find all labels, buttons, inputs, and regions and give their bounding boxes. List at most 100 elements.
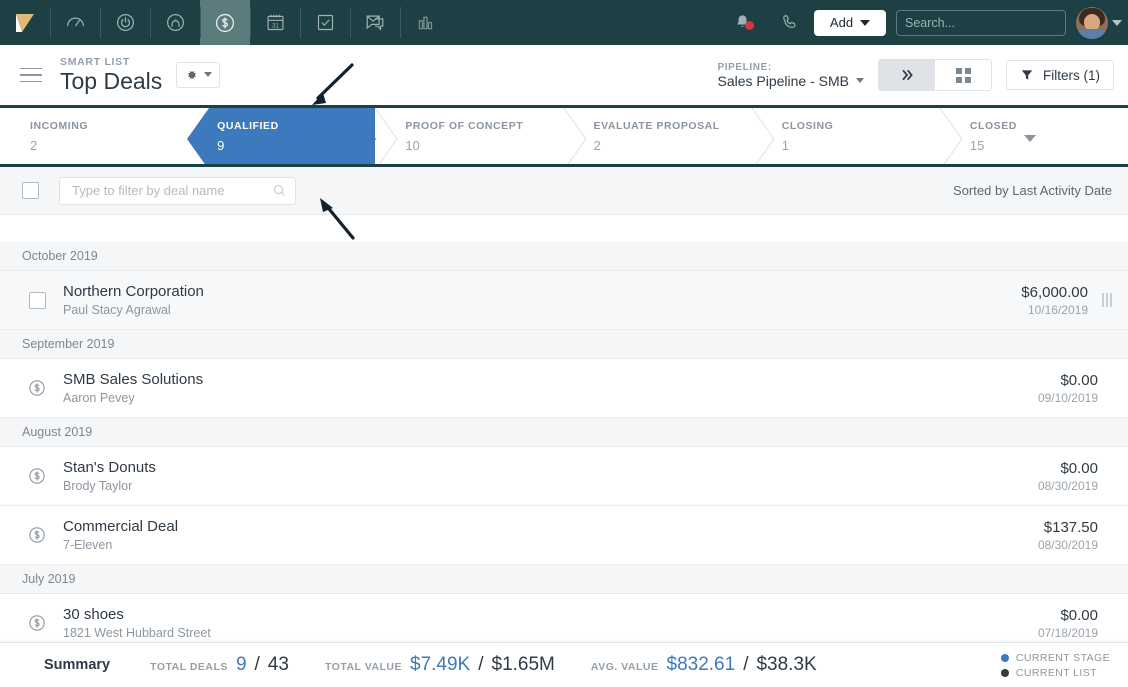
header-right-controls: PIPELINE: Sales Pipeline - SMB Filters (… [717,59,1114,91]
pipeline-label: PIPELINE: [717,61,772,73]
legend-label: CURRENT LIST [1015,666,1097,679]
deal-values: $0.00 07/18/2019 [1038,607,1098,640]
deal-name: Northern Corporation [63,283,204,300]
global-search-box[interactable] [896,9,1066,36]
deal-values: $137.50 08/30/2019 [1038,519,1098,552]
stage-notch [375,108,398,164]
summary-metric-primary: $832.61 [666,654,736,675]
bar-chart-icon[interactable] [400,0,450,45]
page-title: Top Deals [60,68,163,95]
deal-name-filter[interactable] [59,176,296,205]
logo-icon[interactable] [0,0,50,45]
sort-indicator[interactable]: Sorted by Last Activity Date [953,183,1112,198]
top-navigation-bar: 31 Add Search... [0,0,1128,45]
list-group-header: October 2019 [0,242,1128,271]
svg-text:31: 31 [272,22,279,29]
summary-metric-primary: 9 [235,654,247,675]
stage-count: 9 [217,137,225,153]
summary-metric-label: AVG. VALUE [590,661,659,673]
deal-list-item[interactable]: 30 shoes 1821 West Hubbard Street $0.00 … [0,594,1128,642]
list-settings-button[interactable] [176,61,221,88]
list-group-header: September 2019 [0,330,1128,359]
add-button-label: Add [829,15,854,30]
add-button[interactable]: Add [814,9,886,36]
deal-texts: SMB Sales Solutions Aaron Pevey [63,371,203,405]
stage-label: QUALIFIED [217,119,279,132]
stage-chevron [354,108,377,164]
summary-metric-total-value: TOTAL VALUE $7.49K / $1.65M [325,654,555,676]
deal-date: 08/30/2019 [1037,537,1098,552]
stage-closed[interactable]: CLOSED 15 [939,108,1128,164]
chevron-down-icon [856,78,864,83]
summary-title: Summary [44,657,111,673]
deal-list-item[interactable]: Commercial Deal 7-Eleven $137.50 08/30/2… [0,506,1128,565]
deal-type-icon-wrap [22,466,52,486]
menu-toggle-button[interactable] [20,67,42,83]
dollar-circle-icon[interactable] [200,0,250,45]
deal-amount: $137.50 [1043,518,1098,536]
select-all-checkbox[interactable] [22,182,39,199]
deal-amount: $0.00 [1060,606,1098,624]
stage-closing[interactable]: CLOSING 1 [751,108,940,164]
summary-metric-secondary: 43 [267,654,289,675]
deal-name: SMB Sales Solutions [63,371,204,388]
power-person-icon[interactable] [100,0,150,45]
calendar-31-icon[interactable]: 31 [250,0,300,45]
legend-dot-icon [1000,668,1009,677]
page-title-row: SMART LIST Top Deals [60,56,221,95]
deal-date: 09/10/2019 [1037,390,1098,405]
dollar-circle-icon [29,380,45,396]
row-select-checkbox-wrap[interactable] [22,291,52,309]
pipeline-selector[interactable]: PIPELINE: Sales Pipeline - SMB [717,62,864,89]
deal-subtitle: Aaron Pevey [63,391,135,405]
view-mode-list-button[interactable] [879,60,935,90]
summary-metric-total-deals: TOTAL DEALS 9 / 43 [150,654,289,676]
deal-subtitle: 1821 West Hubbard Street [63,626,211,640]
notification-badge-dot [745,21,754,30]
deal-type-icon-wrap [22,378,52,398]
chevron-down-icon [860,19,871,26]
deal-name: Stan's Donuts [63,459,156,476]
stage-count: 2 [30,137,38,153]
summary-metric-secondary: $1.65M [491,654,555,675]
list-group-header: August 2019 [0,418,1128,447]
phone-icon[interactable] [766,13,814,32]
deal-list-item[interactable]: Northern Corporation Paul Stacy Agrawal … [0,271,1128,330]
user-menu[interactable] [1076,6,1122,39]
pipeline-value-text: Sales Pipeline - SMB [717,72,849,89]
filters-button[interactable]: Filters (1) [1006,60,1114,90]
person-circle-icon[interactable] [150,0,200,45]
deal-list[interactable]: October 2019 Northern Corporation Paul S… [0,242,1128,642]
stage-evaluate-proposal[interactable]: EVALUATE PROPOSAL 2 [563,108,752,164]
avatar[interactable] [1076,6,1108,39]
stage-count: 15 [969,137,985,153]
deal-values: $0.00 09/10/2019 [1038,372,1098,405]
deal-name-filter-input[interactable] [72,183,272,198]
summary-metric-separator: / [478,654,484,675]
stage-closed-dropdown-icon[interactable] [1023,135,1036,142]
deal-amount: $6,000.00 [1021,283,1088,301]
notifications-button[interactable] [718,13,766,32]
deal-type-icon-wrap [22,613,52,633]
view-mode-grid-button[interactable] [935,60,991,90]
stage-label: INCOMING [30,119,89,132]
stage-notch [939,108,962,164]
email-chat-icon[interactable] [350,0,400,45]
dashboard-gauge-icon[interactable] [50,0,100,45]
legend-item-current-list: CURRENT LIST [1000,666,1110,679]
pipeline-value[interactable]: Sales Pipeline - SMB [717,73,864,89]
drag-handle-icon[interactable] [1102,293,1112,307]
double-chevron-right-icon [902,69,913,81]
checkbox-task-icon[interactable] [300,0,350,45]
deal-texts: Commercial Deal 7-Eleven [63,518,178,552]
deal-list-item[interactable]: Stan's Donuts Brody Taylor $0.00 08/30/2… [0,447,1128,506]
page-header: SMART LIST Top Deals PIPELINE: Sales Pip… [0,45,1128,105]
row-select-checkbox[interactable] [28,291,46,309]
stage-qualified[interactable]: QUALIFIED 9 [187,108,377,164]
dollar-circle-icon [29,468,45,484]
stage-incoming[interactable]: INCOMING 2 [0,108,188,164]
deal-list-item[interactable]: SMB Sales Solutions Aaron Pevey $0.00 09… [0,359,1128,418]
global-search-input[interactable] [905,15,1066,30]
grid-icon [955,67,971,83]
stage-proof-of-concept[interactable]: PROOF OF CONCEPT 10 [375,108,563,164]
